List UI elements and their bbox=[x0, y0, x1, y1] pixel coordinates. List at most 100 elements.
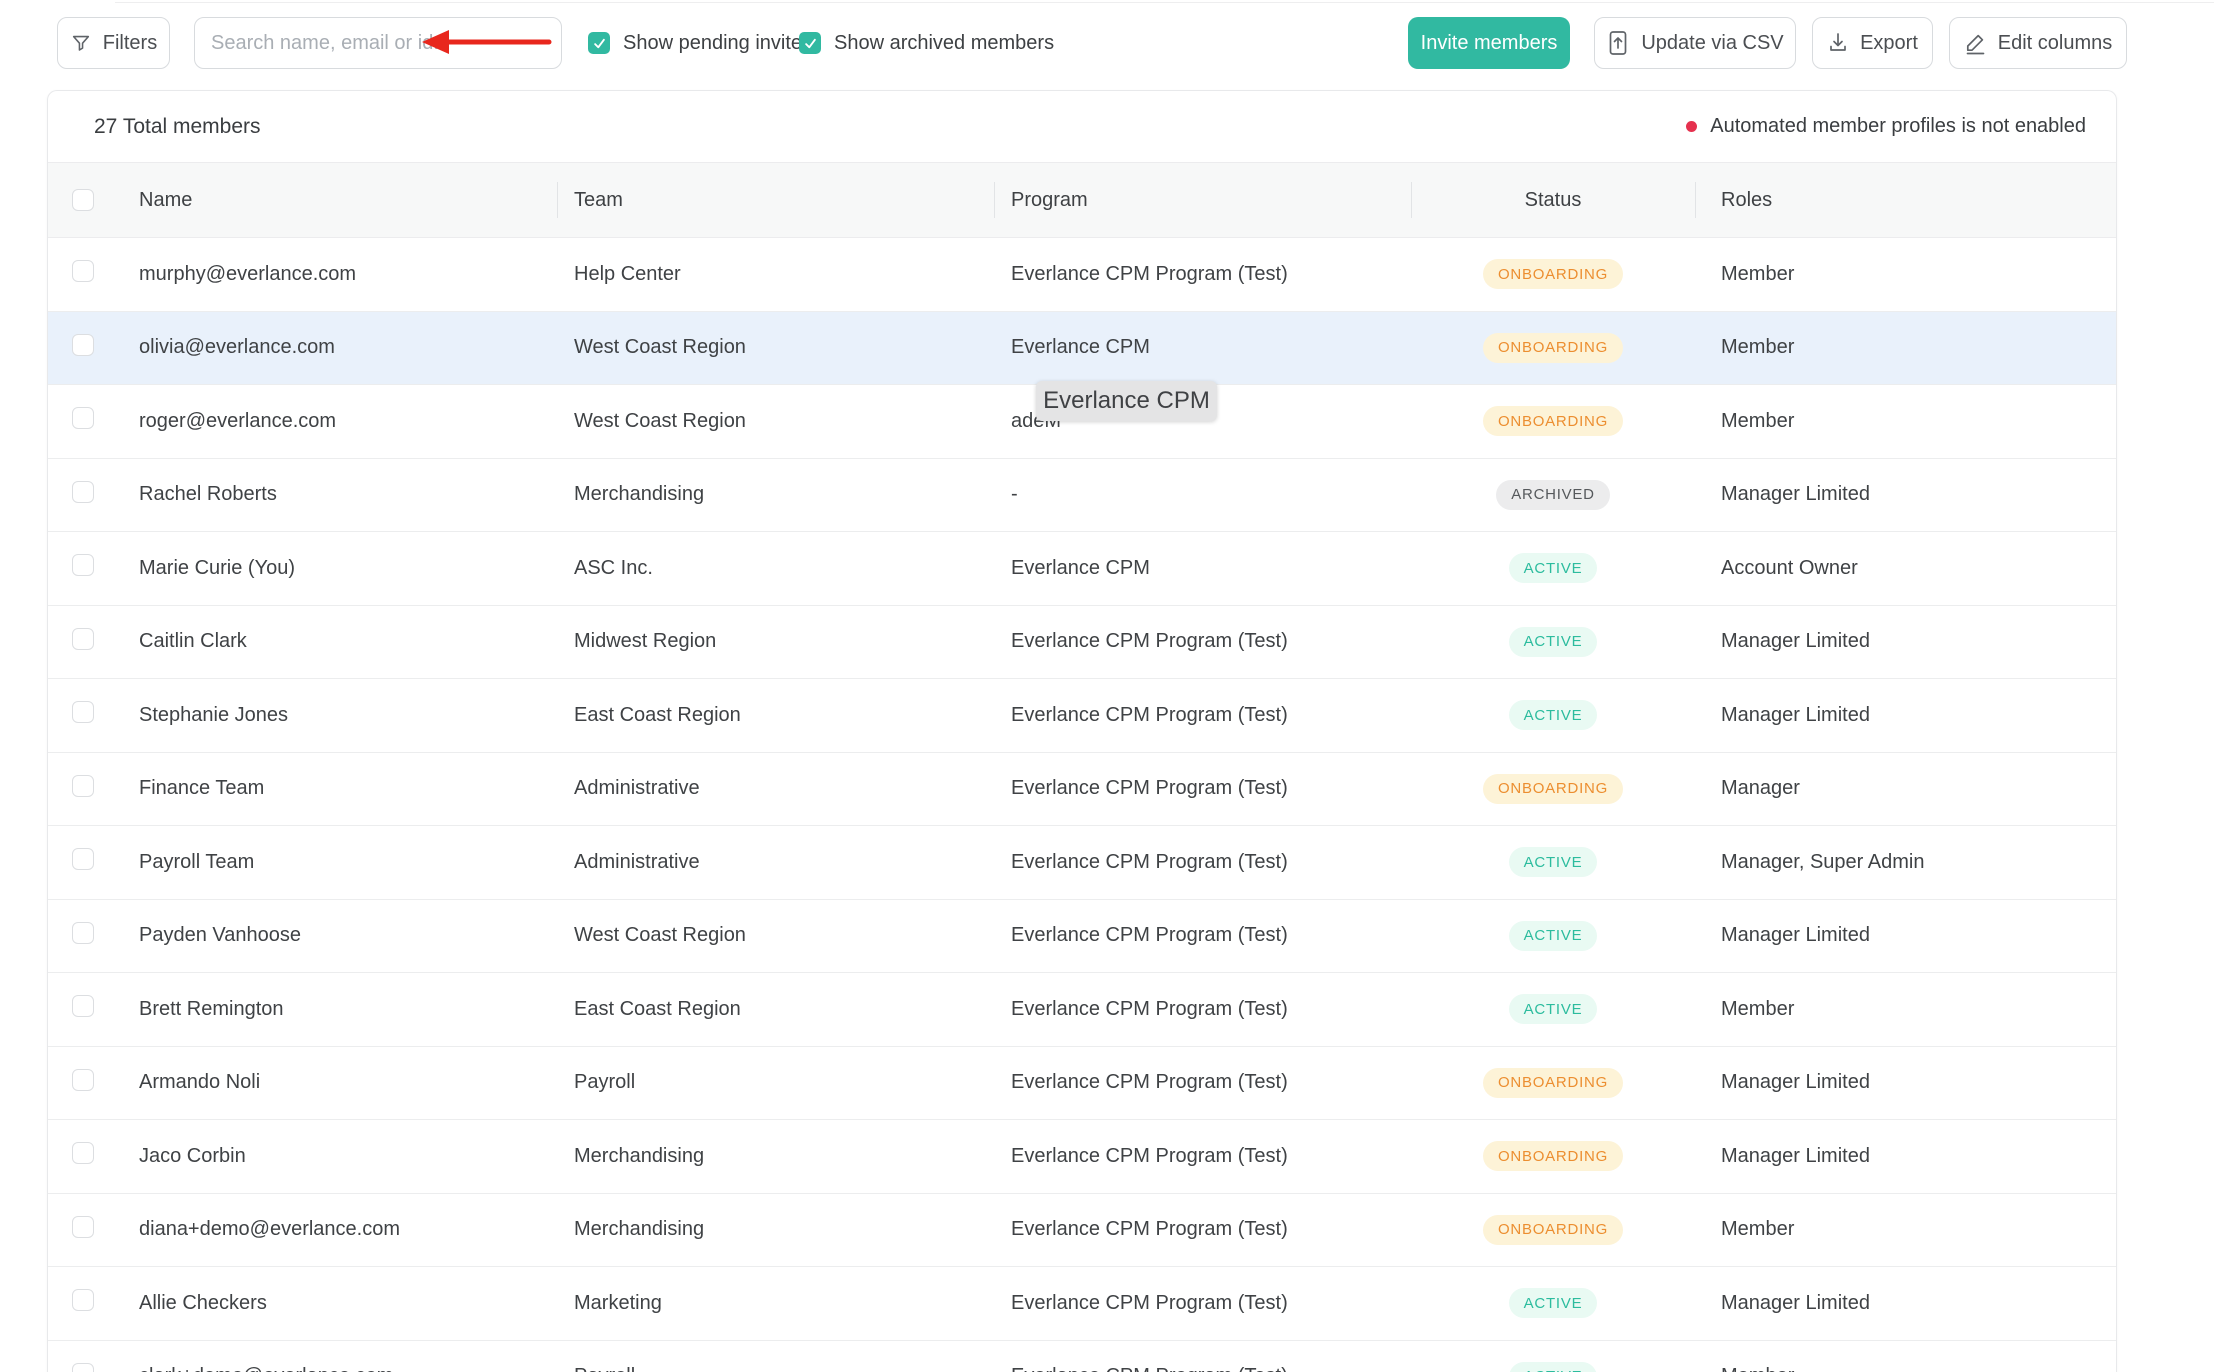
table-row[interactable]: Rachel Roberts Merchandising - ARCHIVED … bbox=[48, 459, 2116, 533]
row-checkbox[interactable] bbox=[72, 1216, 94, 1238]
cell-name: Marie Curie (You) bbox=[139, 557, 557, 580]
cell-program: Everlance CPM Program (Test) bbox=[994, 777, 1411, 800]
cell-program: - bbox=[994, 483, 1411, 506]
column-header-program: Program bbox=[994, 163, 1411, 237]
table-row[interactable]: clark+demo@everlance.com Payroll Everlan… bbox=[48, 1341, 2116, 1372]
archived-members-toggle: Show archived members bbox=[799, 17, 1054, 69]
update-csv-button[interactable]: Update via CSV bbox=[1594, 17, 1796, 69]
cell-name: Payden Vanhoose bbox=[139, 924, 557, 947]
cell-roles: Manager Limited bbox=[1695, 1292, 2116, 1315]
cell-roles: Member bbox=[1695, 998, 2116, 1021]
table-row[interactable]: Allie Checkers Marketing Everlance CPM P… bbox=[48, 1267, 2116, 1341]
row-checkbox[interactable] bbox=[72, 334, 94, 356]
column-header-roles: Roles bbox=[1695, 163, 2116, 237]
cell-team: Help Center bbox=[557, 263, 994, 286]
cell-program: Everlance CPM Program (Test) bbox=[994, 998, 1411, 1021]
status-badge: ONBOARDING bbox=[1483, 1068, 1623, 1098]
cell-status: ONBOARDING bbox=[1411, 774, 1695, 804]
cell-name: olivia@everlance.com bbox=[139, 336, 557, 359]
table-row[interactable]: murphy@everlance.com Help Center Everlan… bbox=[48, 238, 2116, 312]
filters-button[interactable]: Filters bbox=[57, 17, 170, 69]
cell-program: Everlance CPM Program (Test) bbox=[994, 1145, 1411, 1168]
table-row[interactable]: Payroll Team Administrative Everlance CP… bbox=[48, 826, 2116, 900]
row-checkbox[interactable] bbox=[72, 1142, 94, 1164]
cell-name: Jaco Corbin bbox=[139, 1145, 557, 1168]
cell-status: ONBOARDING bbox=[1411, 1215, 1695, 1245]
archived-members-checkbox[interactable] bbox=[799, 32, 821, 54]
column-header-name: Name bbox=[139, 163, 557, 237]
row-checkbox[interactable] bbox=[72, 260, 94, 282]
cell-program: Everlance CPM Program (Test) bbox=[994, 1218, 1411, 1241]
row-checkbox[interactable] bbox=[72, 407, 94, 429]
funnel-icon bbox=[70, 32, 92, 54]
cell-roles: Member bbox=[1695, 1218, 2116, 1241]
cell-name: roger@everlance.com bbox=[139, 410, 557, 433]
status-badge: ONBOARDING bbox=[1483, 774, 1623, 804]
cell-team: Midwest Region bbox=[557, 630, 994, 653]
cell-status: ACTIVE bbox=[1411, 1288, 1695, 1318]
status-badge: ONBOARDING bbox=[1483, 333, 1623, 363]
export-button[interactable]: Export bbox=[1812, 17, 1933, 69]
table-row[interactable]: Caitlin Clark Midwest Region Everlance C… bbox=[48, 606, 2116, 680]
table-row[interactable]: Payden Vanhoose West Coast Region Everla… bbox=[48, 900, 2116, 974]
table-row[interactable]: Brett Remington East Coast Region Everla… bbox=[48, 973, 2116, 1047]
row-checkbox[interactable] bbox=[72, 848, 94, 870]
cell-team: Payroll bbox=[557, 1071, 994, 1094]
table-row[interactable]: olivia@everlance.com West Coast Region E… bbox=[48, 312, 2116, 386]
cell-program: Everlance CPM Program (Test) bbox=[994, 1292, 1411, 1315]
cell-status: ACTIVE bbox=[1411, 847, 1695, 877]
pending-invites-checkbox[interactable] bbox=[588, 32, 610, 54]
cell-roles: Manager Limited bbox=[1695, 704, 2116, 727]
row-checkbox[interactable] bbox=[72, 701, 94, 723]
select-all-checkbox[interactable] bbox=[72, 189, 94, 211]
status-badge: ACTIVE bbox=[1509, 627, 1598, 657]
cell-name: Brett Remington bbox=[139, 998, 557, 1021]
row-checkbox[interactable] bbox=[72, 1363, 94, 1372]
cell-program: Everlance CPM Program (Test) bbox=[994, 851, 1411, 874]
cell-name: Armando Noli bbox=[139, 1071, 557, 1094]
pending-invites-label: Show pending invites bbox=[623, 32, 812, 55]
members-card: 27 Total members Automated member profil… bbox=[47, 90, 2117, 1372]
row-checkbox[interactable] bbox=[72, 554, 94, 576]
row-checkbox[interactable] bbox=[72, 922, 94, 944]
table-row[interactable]: Finance Team Administrative Everlance CP… bbox=[48, 753, 2116, 827]
cell-program: Everlance CPM Program (Test) bbox=[994, 1365, 1411, 1372]
cell-status: ARCHIVED bbox=[1411, 480, 1695, 510]
table-header-row: Name Team Program Status Roles bbox=[48, 162, 2116, 238]
invite-members-label: Invite members bbox=[1421, 32, 1558, 55]
table-row[interactable]: Marie Curie (You) ASC Inc. Everlance CPM… bbox=[48, 532, 2116, 606]
cell-team: West Coast Region bbox=[557, 336, 994, 359]
table-row[interactable]: diana+demo@everlance.com Merchandising E… bbox=[48, 1194, 2116, 1268]
cell-team: ASC Inc. bbox=[557, 557, 994, 580]
invite-members-button[interactable]: Invite members bbox=[1408, 17, 1570, 69]
cell-name: Stephanie Jones bbox=[139, 704, 557, 727]
table-row[interactable]: Stephanie Jones East Coast Region Everla… bbox=[48, 679, 2116, 753]
check-icon bbox=[592, 36, 607, 51]
search-input[interactable] bbox=[194, 17, 562, 69]
cell-roles: Manager Limited bbox=[1695, 1145, 2116, 1168]
row-checkbox[interactable] bbox=[72, 995, 94, 1017]
cell-status: ONBOARDING bbox=[1411, 333, 1695, 363]
cell-status: ACTIVE bbox=[1411, 1362, 1695, 1372]
automated-profiles-notice: Automated member profiles is not enabled bbox=[1686, 115, 2086, 138]
row-checkbox[interactable] bbox=[72, 1289, 94, 1311]
status-badge: ACTIVE bbox=[1509, 1362, 1598, 1372]
search-field-wrap bbox=[194, 17, 562, 69]
edit-columns-button[interactable]: Edit columns bbox=[1949, 17, 2127, 69]
row-checkbox[interactable] bbox=[72, 775, 94, 797]
update-csv-label: Update via CSV bbox=[1641, 32, 1783, 55]
table-row[interactable]: Armando Noli Payroll Everlance CPM Progr… bbox=[48, 1047, 2116, 1121]
cell-name: Rachel Roberts bbox=[139, 483, 557, 506]
filters-label: Filters bbox=[103, 32, 157, 55]
pending-invites-toggle: Show pending invites bbox=[588, 17, 812, 69]
cell-name: Payroll Team bbox=[139, 851, 557, 874]
row-checkbox[interactable] bbox=[72, 628, 94, 650]
cell-name: Caitlin Clark bbox=[139, 630, 557, 653]
cell-program: Everlance CPM Program (Test) bbox=[994, 630, 1411, 653]
archived-members-label: Show archived members bbox=[834, 32, 1054, 55]
row-checkbox[interactable] bbox=[72, 481, 94, 503]
table-row[interactable]: Jaco Corbin Merchandising Everlance CPM … bbox=[48, 1120, 2116, 1194]
member-count: 27 Total members bbox=[94, 115, 261, 139]
row-checkbox[interactable] bbox=[72, 1069, 94, 1091]
cell-roles: Manager Limited bbox=[1695, 630, 2116, 653]
